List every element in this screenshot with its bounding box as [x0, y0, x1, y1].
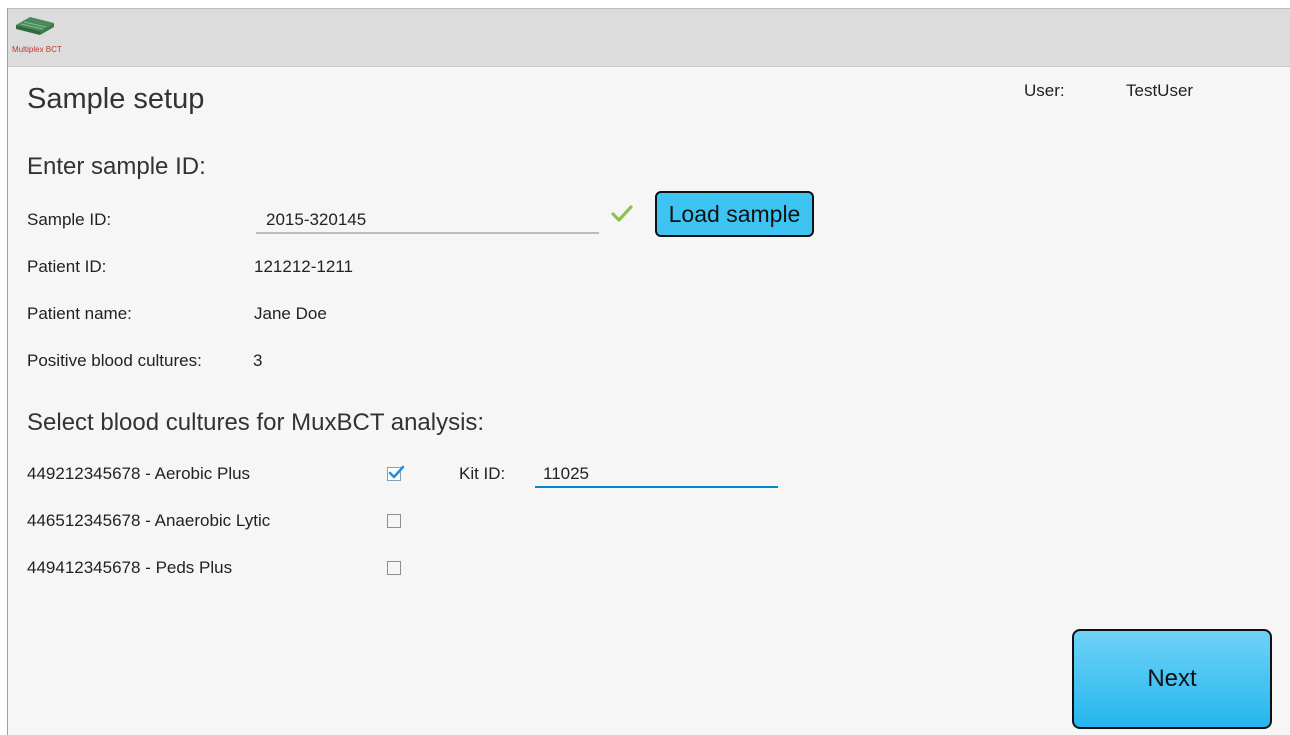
check-mark-icon	[388, 465, 404, 479]
patient-name-label: Patient name:	[27, 304, 132, 323]
sample-id-label: Sample ID:	[27, 210, 112, 229]
sample-id-input[interactable]: 2015-320145	[266, 210, 366, 230]
kit-id-input[interactable]: 11025	[543, 464, 589, 484]
culture-label-aerobic: 449212345678 - Aerobic Plus	[27, 464, 251, 483]
load-sample-button[interactable]: Load sample	[655, 191, 814, 237]
patient-id-label: Patient ID:	[27, 257, 107, 276]
checkmark-icon	[611, 205, 633, 222]
app-screen: Multiplex BCT Sample setup User: TestUse…	[7, 8, 1290, 735]
culture-checkbox-peds[interactable]	[387, 561, 401, 575]
kit-id-label: Kit ID:	[459, 464, 506, 483]
positive-cultures-value: 3	[253, 351, 263, 370]
user-name: TestUser	[1126, 81, 1194, 100]
top-bar: Multiplex BCT	[8, 9, 1290, 67]
select-cultures-heading: Select blood cultures for MuxBCT analysi…	[27, 409, 485, 436]
enter-sample-heading: Enter sample ID:	[27, 153, 206, 180]
sample-id-underline	[256, 232, 599, 234]
culture-checkbox-aerobic[interactable]	[387, 465, 404, 481]
culture-checkbox-anaerobic[interactable]	[387, 514, 401, 528]
patient-id-value: 121212-1211	[254, 257, 353, 276]
culture-label-peds: 449412345678 - Peds Plus	[27, 558, 233, 577]
next-button[interactable]: Next	[1072, 629, 1272, 729]
culture-label-anaerobic: 446512345678 - Anaerobic Lytic	[27, 511, 271, 530]
positive-cultures-label: Positive blood cultures:	[27, 351, 202, 370]
app-logo-icon: Multiplex BCT	[12, 15, 62, 59]
user-label: User:	[1024, 81, 1065, 100]
patient-name-value: Jane Doe	[254, 304, 327, 323]
logo-text: Multiplex BCT	[12, 45, 62, 54]
kit-id-underline	[535, 486, 778, 488]
page-title: Sample setup	[27, 83, 205, 115]
